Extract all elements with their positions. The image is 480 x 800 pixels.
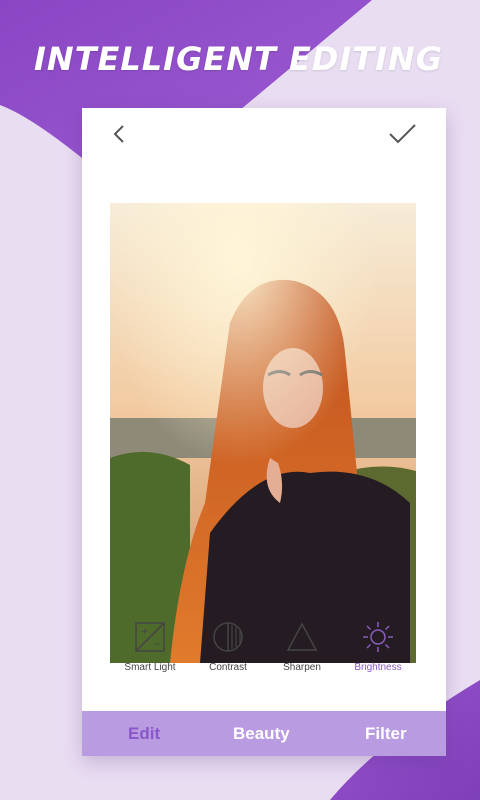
smart-light-icon: + − [135, 622, 165, 652]
editor-screen: + − Smart Light Contrast Sharpen Brightn… [82, 108, 446, 756]
tool-label: Contrast [209, 662, 247, 673]
tab-beauty[interactable]: Beauty [233, 711, 290, 756]
tool-brightness[interactable]: Brightness [338, 620, 418, 690]
tool-label: Sharpen [283, 662, 321, 673]
contrast-icon [213, 622, 243, 652]
tool-smart-light[interactable]: + − Smart Light [110, 620, 190, 690]
checkmark-icon[interactable] [384, 116, 420, 152]
tab-filter[interactable]: Filter [365, 711, 407, 756]
tool-sharpen[interactable]: Sharpen [262, 620, 342, 690]
tab-edit[interactable]: Edit [128, 711, 160, 756]
bottom-tab-bar: Edit Beauty Filter [82, 711, 446, 756]
svg-text:+: + [141, 627, 149, 637]
tool-label: Smart Light [124, 662, 176, 673]
headline: INTELLIGENT EDITING [34, 40, 444, 78]
sharpen-icon [286, 622, 318, 651]
svg-text:−: − [153, 640, 161, 650]
photo-preview[interactable] [110, 203, 416, 663]
tool-bar: + − Smart Light Contrast Sharpen Brightn… [82, 620, 446, 700]
brightness-icon [363, 622, 393, 652]
chevron-left-icon[interactable] [102, 116, 138, 152]
tool-label: Brightness [354, 662, 402, 673]
tool-contrast[interactable]: Contrast [188, 620, 268, 690]
